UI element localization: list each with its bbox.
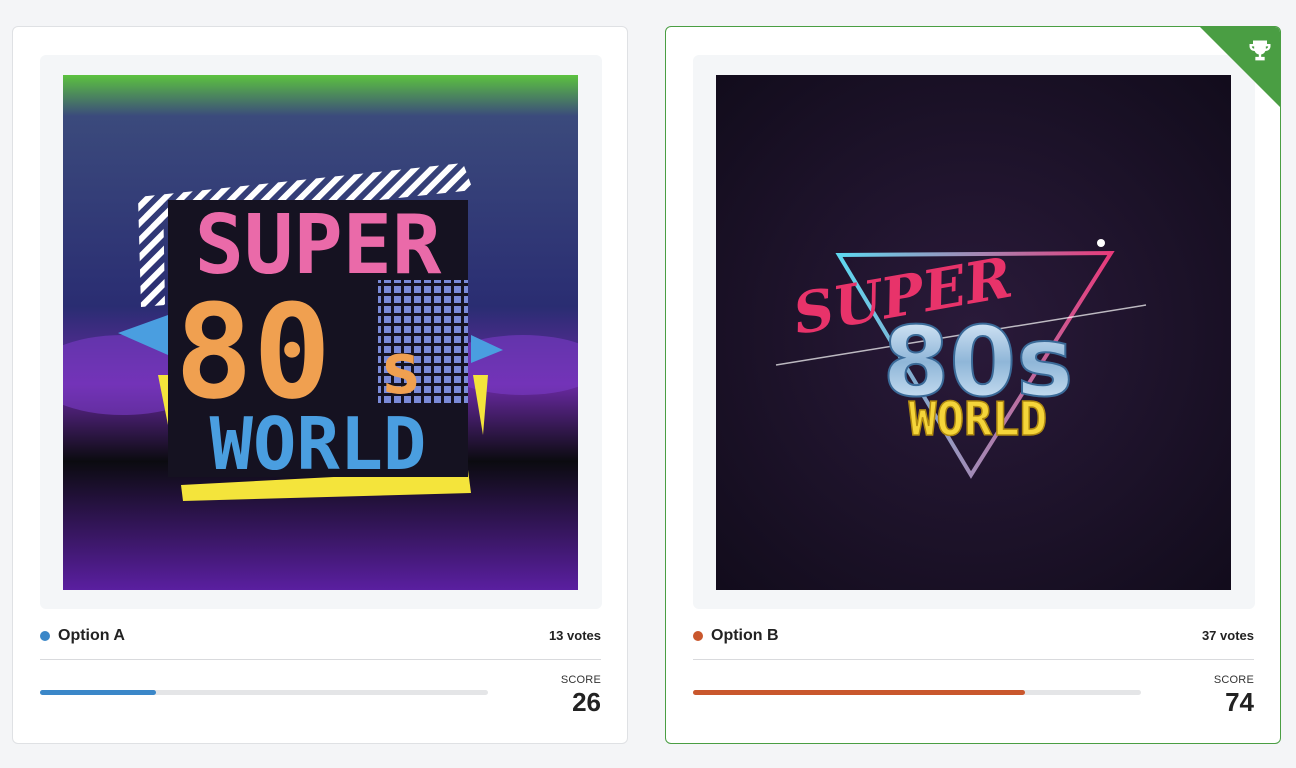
divider bbox=[40, 659, 601, 660]
option-b-progress-fill bbox=[693, 690, 1025, 695]
option-b-votes: 37 votes bbox=[1201, 628, 1254, 643]
option-b-score: 74 bbox=[1225, 687, 1254, 717]
image-frame: SUPER 80s WORLD bbox=[693, 55, 1255, 609]
divider bbox=[693, 659, 1254, 660]
option-b-label: Option B bbox=[693, 627, 779, 645]
option-b-name: Option B bbox=[711, 627, 779, 644]
option-a-score-label: SCORE bbox=[560, 674, 601, 686]
option-a-name: Option A bbox=[58, 627, 125, 644]
option-a-score: 26 bbox=[572, 687, 601, 717]
logo-text-world: WORLD bbox=[909, 392, 1047, 446]
option-a-image[interactable]: SUPER 80 s WORLD bbox=[63, 75, 578, 590]
trophy-icon bbox=[1249, 40, 1271, 61]
option-card-b[interactable]: SUPER 80s WORLD Option B 37 votes SCORE … bbox=[665, 26, 1281, 744]
option-a-label: Option A bbox=[40, 627, 125, 645]
option-b-image[interactable]: SUPER 80s WORLD bbox=[716, 75, 1231, 590]
option-card-a[interactable]: SUPER 80 s WORLD Option A 13 votes SCORE… bbox=[12, 26, 628, 744]
option-b-score-label: SCORE bbox=[1213, 674, 1254, 686]
logo-text-world: WORLD bbox=[210, 402, 427, 486]
logo-text-s: s bbox=[380, 328, 422, 410]
option-a-votes: 13 votes bbox=[548, 628, 601, 643]
logo-artwork: SUPER 80s WORLD bbox=[716, 75, 1231, 590]
option-a-dot bbox=[40, 631, 50, 641]
option-a-progress-fill bbox=[40, 690, 157, 695]
option-a-progress-track bbox=[40, 690, 488, 695]
option-b-progress-track bbox=[693, 690, 1141, 695]
logo-artwork: SUPER 80 s WORLD bbox=[63, 75, 578, 590]
option-b-dot bbox=[693, 631, 703, 641]
image-frame: SUPER 80 s WORLD bbox=[40, 55, 602, 609]
